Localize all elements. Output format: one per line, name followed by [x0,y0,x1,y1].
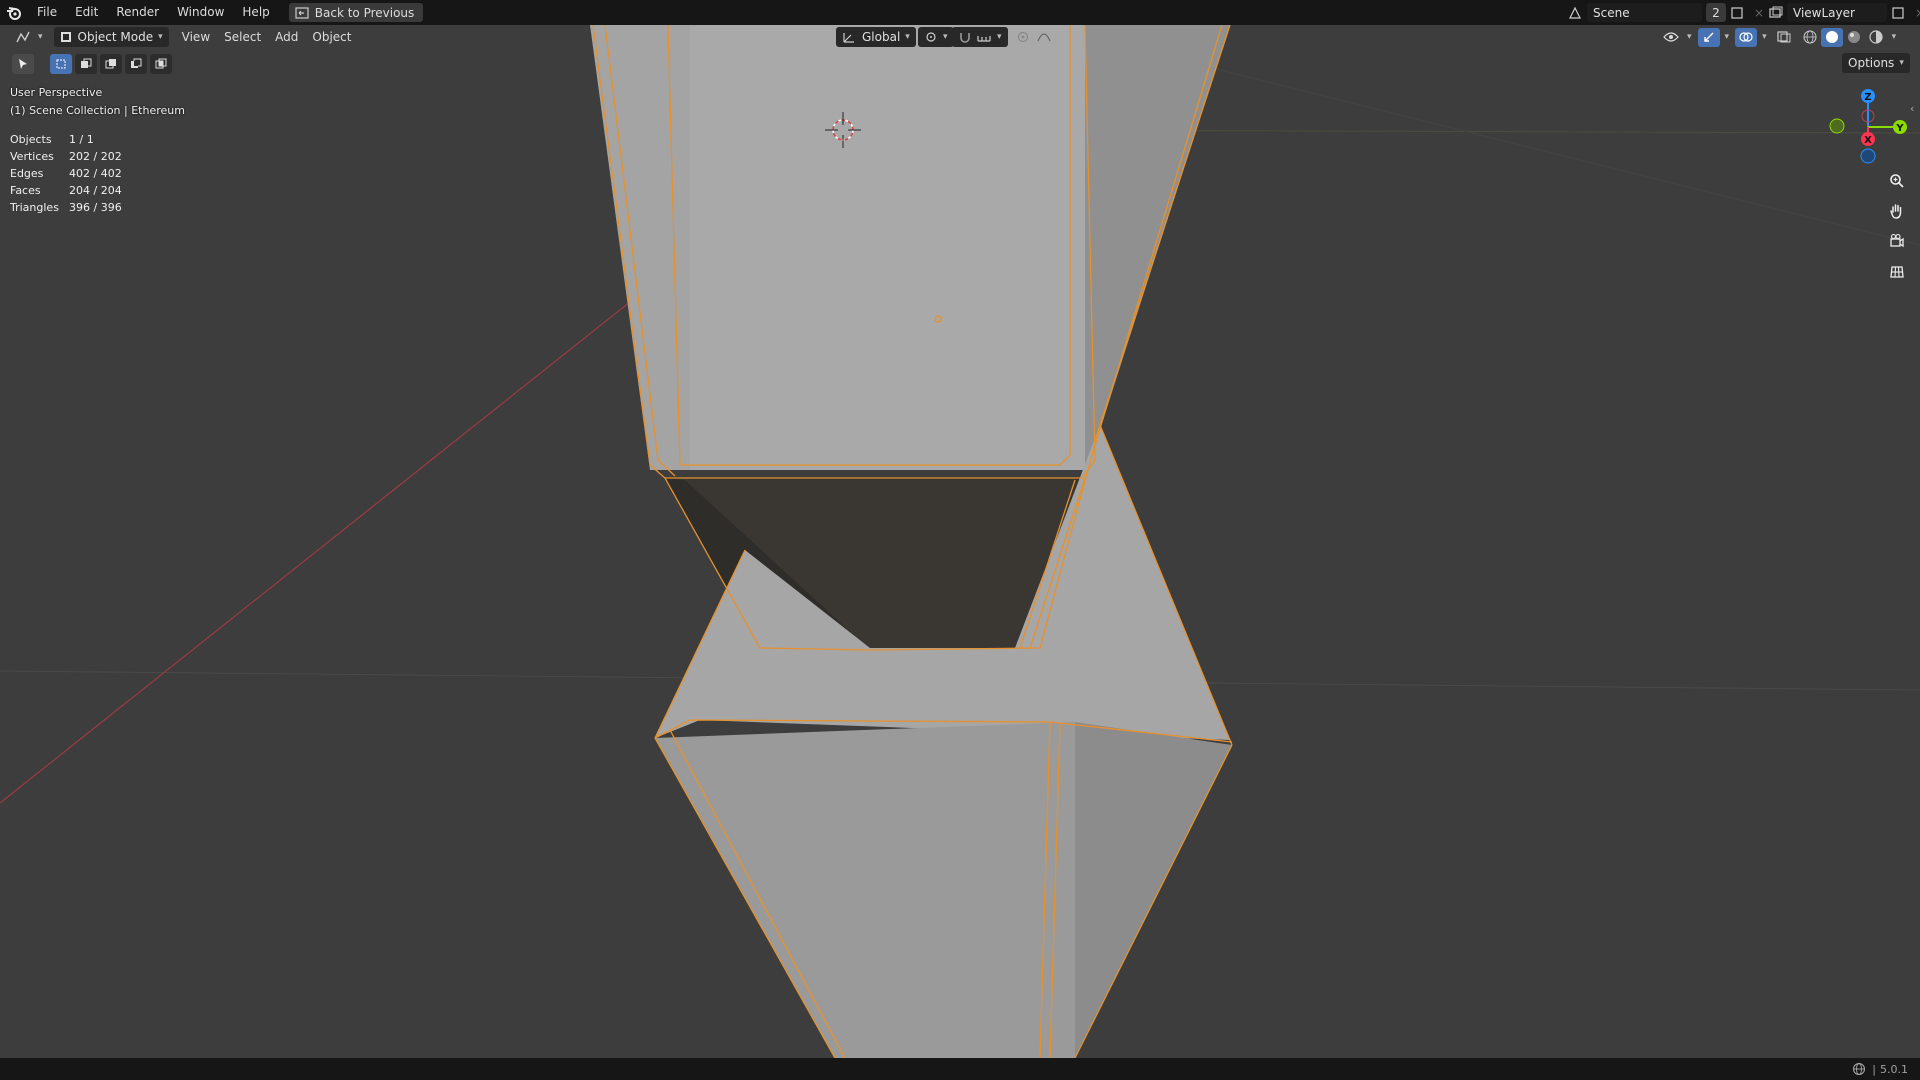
menu-object[interactable]: Object [305,27,358,47]
gizmo-neg-z [1860,148,1876,164]
scene-statistics: Objects 1 / 1 Vertices 202 / 202 Edges 402 … [10,131,122,216]
menu-add[interactable]: Add [268,27,305,47]
camera-view-icon[interactable] [1885,229,1909,253]
status-bar: | 5.0.1 [0,1058,1920,1080]
mode-dropdown[interactable]: Object Mode ▾ [53,27,169,47]
xray-toggle-icon[interactable] [1773,28,1795,47]
overlays-toggle-icon[interactable] [1735,27,1758,47]
scene-users-count[interactable]: 2 [1706,3,1726,22]
viewlayer-name-field[interactable]: ViewLayer [1787,3,1887,22]
lower-front-face [655,722,1075,1058]
magnet-icon [960,33,970,43]
menu-view[interactable]: View [175,27,217,47]
version-label: 5.0.1 [1880,1062,1908,1076]
overlays-chevron-icon[interactable]: ▾ [1762,32,1767,42]
viewlayer-name: ViewLayer [1793,5,1855,20]
menu-window[interactable]: Window [168,0,233,25]
new-scene-icon[interactable] [1726,3,1748,22]
select-subtract-icon[interactable] [100,54,122,74]
material-shading-icon[interactable] [1843,28,1865,47]
back-to-previous-button[interactable]: Back to Previous [288,3,424,22]
select-new-icon[interactable] [50,54,72,74]
proportional-edit-icon [1017,31,1029,43]
mode-label: Object Mode [77,30,154,44]
menu-file[interactable]: File [28,0,66,25]
transform-orientation-dropdown[interactable]: Global ▾ [836,27,916,47]
menu-select[interactable]: Select [217,27,268,47]
viewport-header: ▾ Object Mode ▾ View Select Add Object Gl… [0,25,1920,49]
select-invert-icon[interactable] [125,54,147,74]
gizmo-neg-y [1829,118,1845,134]
new-viewlayer-icon[interactable] [1887,3,1909,22]
wireframe-shading-icon[interactable] [1799,28,1821,47]
editor-type-icon[interactable]: ▾ [8,27,50,47]
gizmo-z-label: Z [1864,92,1871,103]
pivot-point-dropdown[interactable]: ▾ [918,27,954,47]
stat-row-vertices: Vertices 202 / 202 [10,150,122,163]
gizmo-chevron-icon[interactable]: ▾ [1725,32,1730,42]
select-intersect-icon[interactable] [150,54,172,74]
scene-selector-icon[interactable] [1565,3,1587,22]
blender-logo-icon[interactable] [0,0,28,25]
scene-name-field[interactable]: Scene [1587,3,1702,22]
menu-help[interactable]: Help [233,0,278,25]
options-dropdown[interactable]: Options ▾ [1842,53,1910,73]
snap-dropdown[interactable]: ▾ [952,27,1008,47]
visibility-eye-icon[interactable] [1660,28,1682,47]
stat-row-edges: Edges 402 / 402 [10,167,122,180]
gizmo-toggle-icon[interactable] [1697,27,1720,47]
visibility-chevron-icon[interactable]: ▾ [1687,32,1692,42]
back-to-previous-label: Back to Previous [314,5,415,20]
gizmo-y-label: Y [1895,123,1904,134]
scene-name: Scene [1593,5,1630,20]
upper-pillar-left-face [590,25,690,470]
top-menu-bar: File Edit Render Window Help Back to Pre… [0,0,1920,25]
upper-pillar-front-face [690,25,1085,470]
options-label: Options [1848,56,1895,70]
tool-settings-row [12,53,172,75]
grid-line-diag [1099,39,1920,246]
ortho-grid-icon[interactable] [1885,259,1909,283]
stat-row-triangles: Triangles 396 / 396 [10,201,122,214]
viewlayer-selector-icon[interactable] [1765,3,1787,22]
gizmo-x-label: X [1864,135,1872,146]
stat-row-objects: Objects 1 / 1 [10,133,94,146]
status-separator: | [1872,1062,1876,1076]
back-screen-icon [295,6,309,19]
shading-chevron-icon[interactable]: ▾ [1892,32,1897,42]
viewport-scene[interactable] [0,0,1920,1080]
orientation-axes-icon [843,33,854,43]
rendered-shading-icon[interactable] [1865,28,1887,47]
network-globe-icon [1853,1063,1866,1075]
delete-viewlayer-icon[interactable]: × [1909,3,1920,22]
pan-hand-icon[interactable] [1885,199,1909,223]
falloff-curve-icon [1037,33,1051,42]
orientation-label: Global [862,30,901,44]
x-axis-line [0,277,661,804]
stat-row-faces: Faces 204 / 204 [10,184,122,197]
view-perspective-label: User Perspective [10,86,103,99]
menu-render[interactable]: Render [107,0,168,25]
zoom-icon[interactable] [1885,169,1909,193]
navigation-gizmo[interactable]: Z Y X [1822,82,1912,172]
pivot-icon [926,32,936,42]
object-mode-icon [60,32,71,42]
collection-label: (1) Scene Collection | Ethereum [10,104,185,117]
proportional-edit-dropdown[interactable] [1010,27,1058,47]
menu-edit[interactable]: Edit [66,0,107,25]
lower-right-face [1075,722,1232,1058]
select-tool-icon[interactable] [12,54,34,74]
snap-increment-icon [977,36,991,42]
solid-shading-icon[interactable] [1820,27,1843,47]
select-extend-icon[interactable] [75,54,97,74]
